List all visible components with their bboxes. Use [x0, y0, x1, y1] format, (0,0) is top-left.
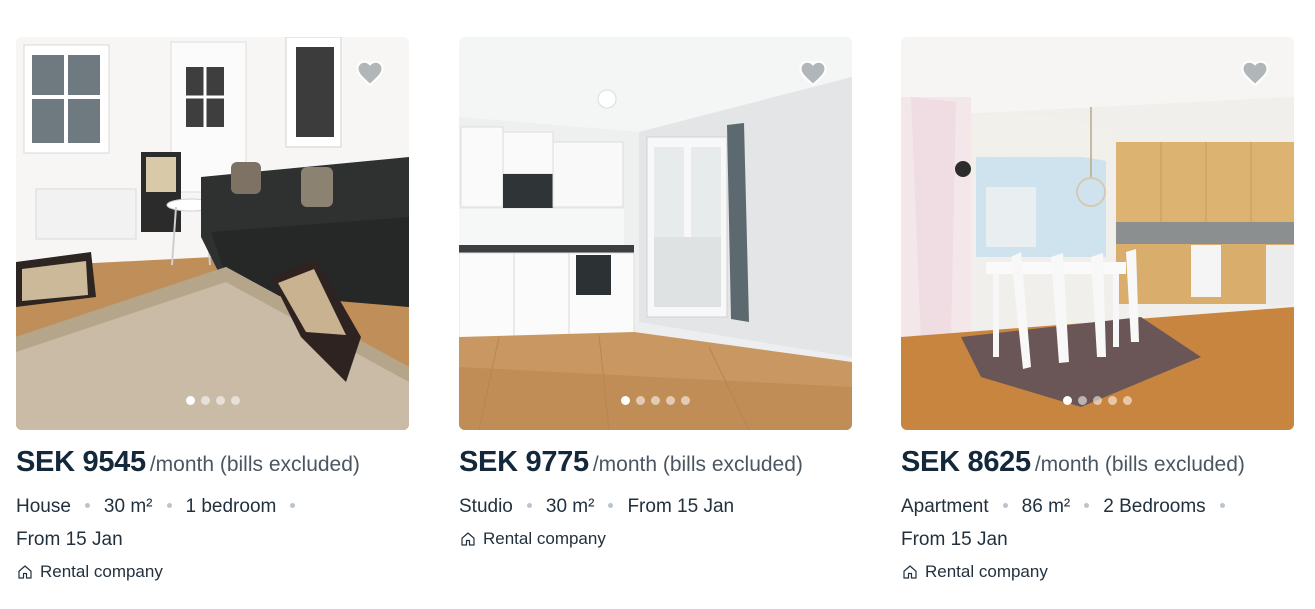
landlord-info: Rental company: [901, 562, 1294, 582]
listing-type: House: [16, 496, 71, 517]
living-room-photo: [16, 37, 409, 430]
pagination-dot[interactable]: [1063, 396, 1072, 405]
price-period: /month (bills excluded): [1034, 453, 1245, 476]
price-line: SEK 8625/month (bills excluded): [901, 446, 1294, 478]
listing-photo[interactable]: [16, 37, 409, 430]
pagination-dot[interactable]: [185, 396, 195, 405]
listing-price: SEK 9775: [459, 446, 589, 478]
separator-dot: [1219, 502, 1225, 508]
price-period: /month (bills excluded): [592, 453, 803, 476]
listing-size: 86 m²: [1021, 496, 1071, 517]
listing-size: 30 m²: [545, 496, 595, 517]
listing-card[interactable]: SEK 9775/month (bills excluded) Studio 30…: [459, 37, 852, 549]
listing-card[interactable]: SEK 9545/month (bills excluded) House 30 …: [16, 37, 409, 582]
pagination-dot[interactable]: [200, 396, 210, 405]
separator-dot: [1084, 502, 1090, 508]
landlord-info: Rental company: [459, 529, 852, 549]
heart-icon[interactable]: [355, 59, 385, 87]
pagination-dot[interactable]: [1078, 396, 1087, 405]
listing-photo[interactable]: [459, 37, 852, 430]
landlord-label: Rental company: [483, 529, 606, 548]
separator-dot: [526, 502, 532, 508]
price-line: SEK 9775/month (bills excluded): [459, 446, 852, 478]
listing-type: Apartment: [901, 496, 989, 517]
pagination-dot[interactable]: [1123, 396, 1132, 405]
listing-availability: From 15 Jan: [627, 496, 735, 517]
photo-pagination: [459, 392, 852, 410]
separator-dot: [1002, 502, 1008, 508]
listing-availability: From 15 Jan: [901, 529, 1008, 550]
listing-card[interactable]: SEK 8625/month (bills excluded) Apartmen…: [901, 37, 1294, 582]
pagination-dot[interactable]: [230, 396, 240, 405]
listing-meta: House 30 m² 1 bedroom From 15 Jan: [16, 490, 409, 556]
listing-rooms: 1 bedroom: [185, 496, 277, 517]
listing-type: Studio: [459, 496, 513, 517]
pagination-dot[interactable]: [666, 396, 675, 405]
photo-pagination: [901, 392, 1294, 410]
pagination-dot[interactable]: [1093, 396, 1102, 405]
listing-price: SEK 9545: [16, 446, 146, 478]
pagination-dot[interactable]: [621, 396, 630, 405]
separator-dot: [166, 502, 172, 508]
separator-dot: [608, 502, 614, 508]
separator-dot: [84, 502, 90, 508]
listing-meta: Studio 30 m² From 15 Jan: [459, 490, 852, 523]
pagination-dot[interactable]: [636, 396, 645, 405]
pagination-dot[interactable]: [651, 396, 660, 405]
listing-meta: Apartment 86 m² 2 Bedrooms From 15 Jan: [901, 490, 1294, 556]
pagination-dot[interactable]: [215, 396, 225, 405]
pagination-dot[interactable]: [681, 396, 690, 405]
listing-rooms: 2 Bedrooms: [1103, 496, 1206, 517]
landlord-label: Rental company: [40, 562, 163, 581]
listing-photo[interactable]: [901, 37, 1294, 430]
listing-availability: From 15 Jan: [16, 529, 123, 550]
heart-icon[interactable]: [1240, 59, 1270, 87]
listing-size: 30 m²: [103, 496, 153, 517]
heart-icon[interactable]: [798, 59, 828, 87]
separator-dot: [290, 502, 296, 508]
house-icon: [903, 565, 917, 579]
listing-price: SEK 8625: [901, 446, 1031, 478]
house-icon: [18, 565, 32, 579]
studio-photo: [459, 37, 852, 430]
listing-grid: SEK 9545/month (bills excluded) House 30 …: [0, 0, 1315, 609]
price-period: /month (bills excluded): [149, 453, 360, 476]
landlord-info: Rental company: [16, 562, 409, 582]
price-line: SEK 9545/month (bills excluded): [16, 446, 409, 478]
kitchen-dining-photo: [901, 37, 1294, 430]
house-icon: [461, 532, 475, 546]
photo-pagination: [16, 392, 409, 410]
landlord-label: Rental company: [925, 562, 1048, 581]
pagination-dot[interactable]: [1108, 396, 1117, 405]
